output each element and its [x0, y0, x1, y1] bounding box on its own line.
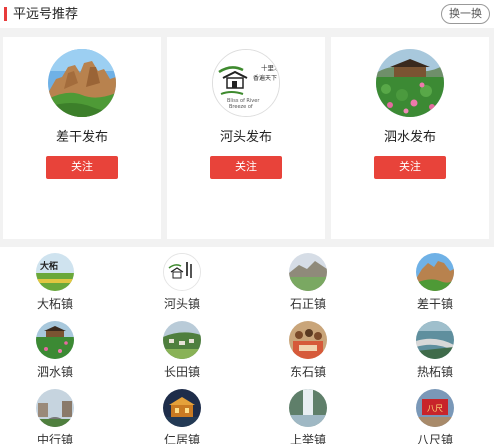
svg-text:大柘: 大柘 — [40, 260, 58, 272]
waterfall-avatar-icon[interactable] — [289, 389, 327, 427]
card-name: 河头发布 — [219, 129, 272, 144]
red-sign-avatar-icon[interactable]: 八尺 — [416, 389, 454, 427]
karst-mountain-avatar-icon[interactable] — [416, 253, 454, 291]
house-calligraphy-avatar-icon[interactable]: 十里水韵 香遍天下 Bliss of River Breeze of — [212, 49, 280, 117]
follow-button[interactable]: 关注 — [374, 156, 446, 179]
night-building-avatar-icon[interactable] — [163, 389, 201, 427]
logo-calligraphy: 十里水韵 — [261, 63, 280, 72]
svg-text:香遍天下: 香遍天下 — [253, 74, 277, 82]
karst-mountain-avatar-icon[interactable] — [48, 49, 116, 117]
town-name: 八尺镇 — [416, 433, 453, 444]
featured-card-hetou[interactable]: 十里水韵 香遍天下 Bliss of River Breeze of 河头发布 … — [167, 37, 325, 239]
town-name: 中行镇 — [36, 433, 73, 444]
landscape-avatar-icon[interactable] — [289, 253, 327, 291]
crowd-avatar-icon[interactable] — [289, 321, 327, 359]
town-street-avatar-icon[interactable] — [36, 389, 74, 427]
refresh-button[interactable]: 换一换 — [441, 4, 490, 24]
svg-text:Breeze of: Breeze of — [229, 104, 253, 110]
lotus-pavilion-avatar-icon[interactable] — [36, 321, 74, 359]
town-name: 石正镇 — [289, 297, 326, 311]
section-header: 平远号推荐 换一换 — [0, 0, 494, 28]
follow-button[interactable]: 关注 — [46, 156, 118, 179]
featured-card-chagan[interactable]: 差干发布 关注 — [3, 37, 161, 239]
town-name: 河头镇 — [163, 297, 200, 311]
card-name: 差干发布 — [55, 129, 108, 144]
field-calligraphy-avatar-icon[interactable]: 大柘 — [36, 253, 74, 291]
lotus-pavilion-avatar-icon[interactable] — [376, 49, 444, 117]
town-name: 东石镇 — [289, 365, 326, 379]
town-name: 仁居镇 — [163, 433, 200, 444]
house-calligraphy-avatar-icon[interactable] — [163, 253, 201, 291]
svg-text:八尺: 八尺 — [427, 404, 443, 413]
town-name: 热柘镇 — [416, 365, 453, 379]
town-name: 长田镇 — [163, 365, 200, 379]
village-fields-avatar-icon[interactable] — [163, 321, 201, 359]
follow-button[interactable]: 关注 — [210, 156, 282, 179]
featured-card-sishui[interactable]: 泗水发布 关注 — [331, 37, 489, 239]
highway-avatar-icon[interactable] — [416, 321, 454, 359]
town-name: 差干镇 — [416, 297, 453, 311]
section-title: 平远号推荐 — [13, 6, 79, 21]
card-name: 泗水发布 — [383, 129, 436, 144]
town-name: 上举镇 — [289, 433, 326, 444]
town-name: 泗水镇 — [36, 365, 73, 379]
town-name: 大柘镇 — [36, 297, 73, 311]
town-grid: 大柘 大柘镇 河头镇 石正镇 差干镇 泗水镇 长田镇 东石镇 热柘镇 中行镇 仁… — [0, 247, 494, 444]
accent-bar — [4, 7, 7, 21]
